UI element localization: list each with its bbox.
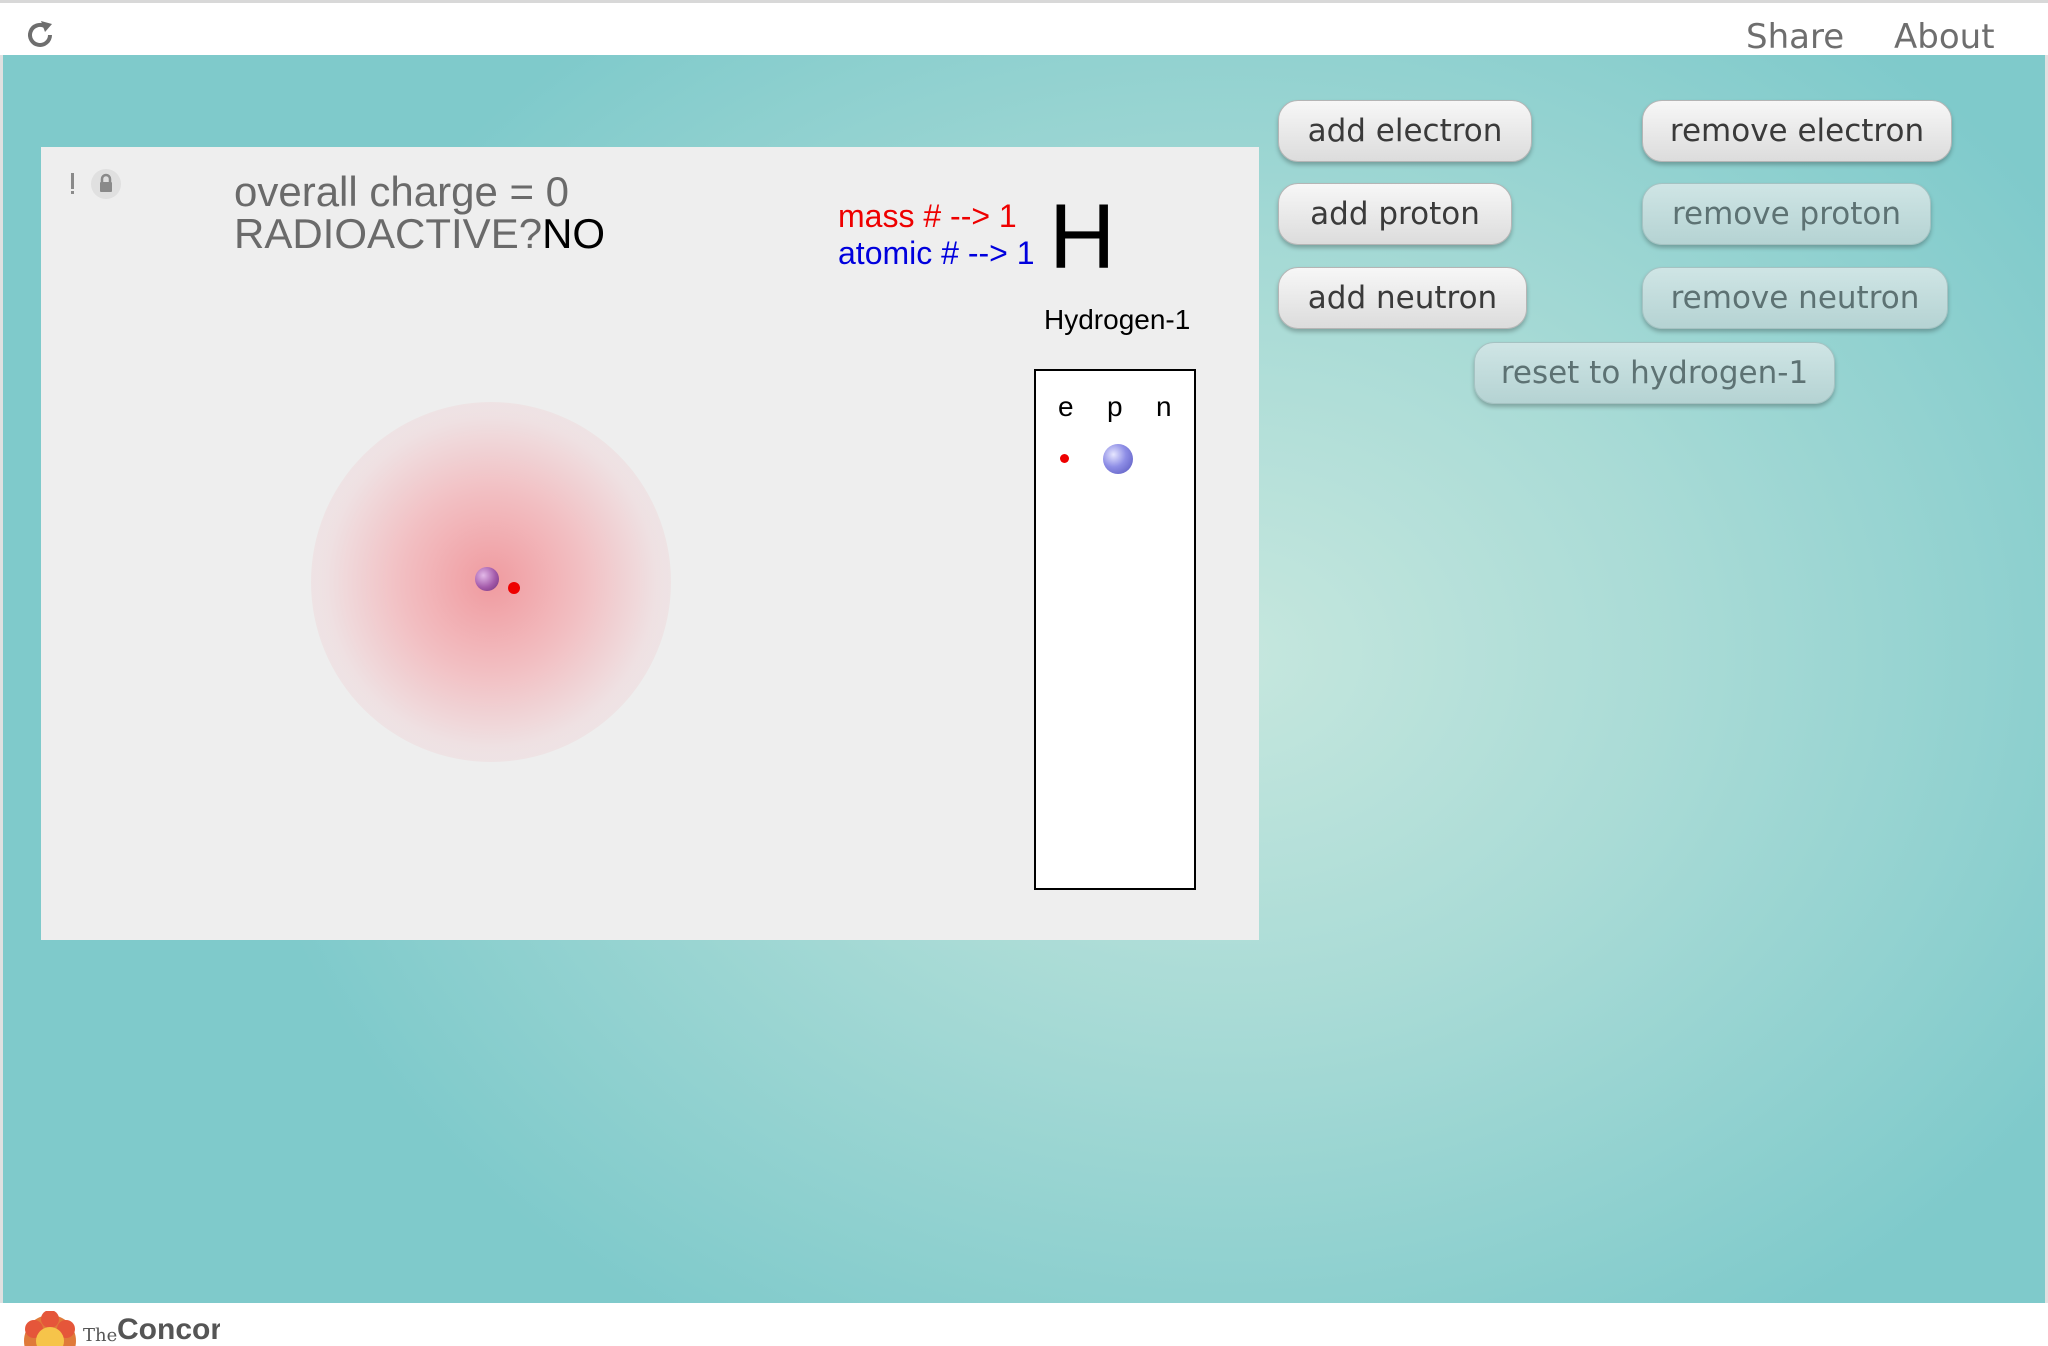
logo-concord-text: Concord bbox=[117, 1313, 220, 1346]
remove-electron-button[interactable]: remove electron bbox=[1642, 100, 1952, 162]
table-header-e: e bbox=[1058, 391, 1074, 422]
footer: The Concord bbox=[0, 1303, 2048, 1346]
about-link[interactable]: About bbox=[1894, 17, 1995, 57]
nucleus-proton[interactable] bbox=[475, 567, 499, 591]
concord-logo[interactable]: The Concord bbox=[20, 1311, 220, 1346]
add-proton-button[interactable]: add proton bbox=[1278, 183, 1512, 245]
add-neutron-button[interactable]: add neutron bbox=[1278, 267, 1527, 329]
atomic-number-text: atomic # --> 1 bbox=[838, 235, 1035, 271]
table-proton-marker bbox=[1103, 444, 1133, 474]
atom-simulation-panel: overall charge = 0 RADIOACTIVE?NO mass #… bbox=[41, 147, 1259, 940]
element-symbol: H bbox=[1049, 186, 1116, 288]
sim-controls bbox=[65, 169, 125, 199]
radioactive-status: RADIOACTIVE?NO bbox=[234, 213, 605, 255]
table-electron-marker bbox=[1060, 454, 1069, 463]
radioactive-value: NO bbox=[542, 210, 606, 257]
isotope-name: Hydrogen-1 bbox=[1044, 304, 1191, 335]
reload-icon[interactable] bbox=[24, 19, 56, 51]
reset-button[interactable]: reset to hydrogen-1 bbox=[1474, 342, 1835, 404]
concord-flower-icon bbox=[24, 1311, 76, 1346]
lock-icon[interactable] bbox=[91, 169, 121, 199]
mass-number-text: mass # --> 1 bbox=[838, 198, 1017, 234]
add-electron-button[interactable]: add electron bbox=[1278, 100, 1532, 162]
table-header-n: n bbox=[1156, 391, 1172, 422]
radioactive-label: RADIOACTIVE? bbox=[234, 210, 543, 257]
orbiting-electron[interactable] bbox=[508, 582, 520, 594]
particle-count-table: e p n bbox=[1034, 369, 1196, 890]
remove-neutron-button[interactable]: remove neutron bbox=[1642, 267, 1948, 329]
overall-charge-text: overall charge = 0 bbox=[234, 168, 570, 215]
top-bar: Share About bbox=[0, 0, 2048, 57]
main-area: overall charge = 0 RADIOACTIVE?NO mass #… bbox=[0, 55, 2048, 1303]
table-header-p: p bbox=[1107, 391, 1123, 422]
remove-proton-button[interactable]: remove proton bbox=[1642, 183, 1931, 245]
share-link[interactable]: Share bbox=[1746, 17, 1844, 57]
logo-the-text: The bbox=[83, 1325, 118, 1346]
